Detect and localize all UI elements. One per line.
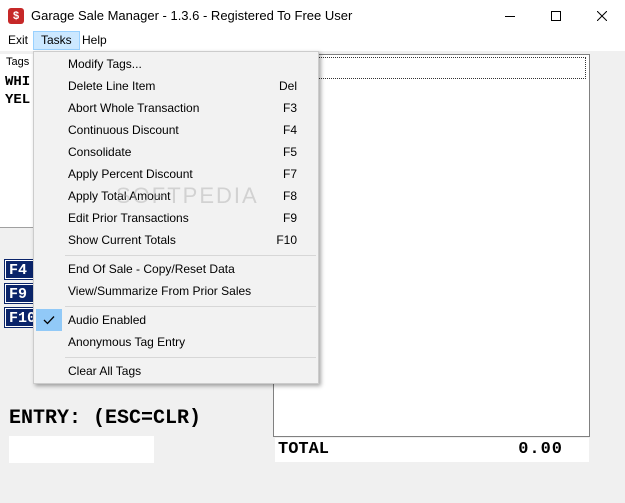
menu-item-apply-total-amount[interactable]: Apply Total Amount F8 — [35, 185, 317, 207]
transaction-list[interactable] — [273, 54, 590, 437]
close-icon — [597, 10, 607, 21]
tag-line: WHI — [5, 74, 31, 90]
menu-item-clear-all-tags[interactable]: Clear All Tags — [35, 360, 317, 382]
menu-item-abort-whole-transaction[interactable]: Abort Whole Transaction F3 — [35, 97, 317, 119]
close-button[interactable] — [579, 0, 625, 31]
menu-item-label: View/Summarize From Prior Sales — [68, 284, 252, 298]
app-dollar-icon[interactable]: $ — [8, 8, 24, 24]
menu-exit[interactable]: Exit — [1, 31, 35, 50]
menu-item-label: Delete Line Item — [68, 79, 156, 93]
maximize-button[interactable] — [533, 0, 579, 31]
menu-item-shortcut: Del — [278, 79, 297, 93]
menu-item-view-summarize-prior-sales[interactable]: View/Summarize From Prior Sales — [35, 280, 317, 302]
menu-separator — [65, 306, 316, 307]
menu-item-label: Show Current Totals — [68, 233, 176, 247]
tags-label: Tags — [6, 56, 30, 68]
minimize-icon — [505, 15, 515, 17]
tag-line: YEL — [5, 92, 31, 108]
menu-item-label: Edit Prior Transactions — [68, 211, 189, 225]
total-label: TOTAL — [278, 440, 330, 459]
entry-input[interactable] — [9, 436, 154, 463]
menu-item-show-current-totals[interactable]: Show Current Totals F10 — [35, 229, 317, 251]
menu-item-shortcut: F8 — [282, 189, 297, 203]
minimize-button[interactable] — [487, 0, 533, 31]
menu-item-continuous-discount[interactable]: Continuous Discount F4 — [35, 119, 317, 141]
title-bar: $ Garage Sale Manager - 1.3.6 - Register… — [0, 0, 625, 31]
maximize-icon — [551, 10, 561, 21]
menu-item-shortcut: F3 — [282, 101, 297, 115]
menu-item-shortcut: F7 — [282, 167, 297, 181]
total-bar: TOTAL 0.00 — [275, 438, 589, 462]
menu-separator — [65, 255, 316, 256]
menu-item-edit-prior-transactions[interactable]: Edit Prior Transactions F9 — [35, 207, 317, 229]
menu-item-delete-line-item[interactable]: Delete Line Item Del — [35, 75, 317, 97]
menu-item-label: Anonymous Tag Entry — [68, 335, 186, 349]
selected-row[interactable] — [278, 57, 586, 79]
window-title: Garage Sale Manager - 1.3.6 - Registered… — [31, 8, 353, 23]
menu-item-apply-percent-discount[interactable]: Apply Percent Discount F7 — [35, 163, 317, 185]
menu-item-label: Clear All Tags — [68, 364, 142, 378]
menu-item-audio-enabled[interactable]: Audio Enabled — [35, 309, 317, 331]
menu-item-shortcut: F4 — [282, 123, 297, 137]
menu-tasks[interactable]: Tasks — [33, 31, 80, 50]
menu-item-anonymous-tag-entry[interactable]: Anonymous Tag Entry — [35, 331, 317, 353]
menu-item-shortcut: F10 — [276, 233, 297, 247]
menu-item-shortcut: F9 — [282, 211, 297, 225]
menu-item-label: Apply Percent Discount — [68, 167, 193, 181]
menu-item-label: Modify Tags... — [68, 57, 142, 71]
tasks-dropdown-menu: Modify Tags... Delete Line Item Del Abor… — [33, 51, 319, 384]
menu-item-label: Continuous Discount — [68, 123, 179, 137]
menu-item-label: Audio Enabled — [68, 313, 147, 327]
menu-item-label: Apply Total Amount — [68, 189, 171, 203]
entry-label: ENTRY: (ESC=CLR) — [9, 407, 202, 430]
menu-item-label: Consolidate — [68, 145, 132, 159]
menu-item-modify-tags[interactable]: Modify Tags... — [35, 53, 317, 75]
checkmark-icon — [36, 309, 62, 331]
menu-item-label: Abort Whole Transaction — [68, 101, 200, 115]
menu-separator — [65, 357, 316, 358]
menu-help[interactable]: Help — [75, 31, 114, 50]
menu-item-label: End Of Sale - Copy/Reset Data — [68, 262, 235, 276]
menu-item-shortcut: F5 — [282, 145, 297, 159]
menu-bar: Exit Tasks Help — [0, 31, 625, 52]
menu-item-end-of-sale[interactable]: End Of Sale - Copy/Reset Data — [35, 258, 317, 280]
menu-item-consolidate[interactable]: Consolidate F5 — [35, 141, 317, 163]
total-value: 0.00 — [518, 440, 563, 459]
